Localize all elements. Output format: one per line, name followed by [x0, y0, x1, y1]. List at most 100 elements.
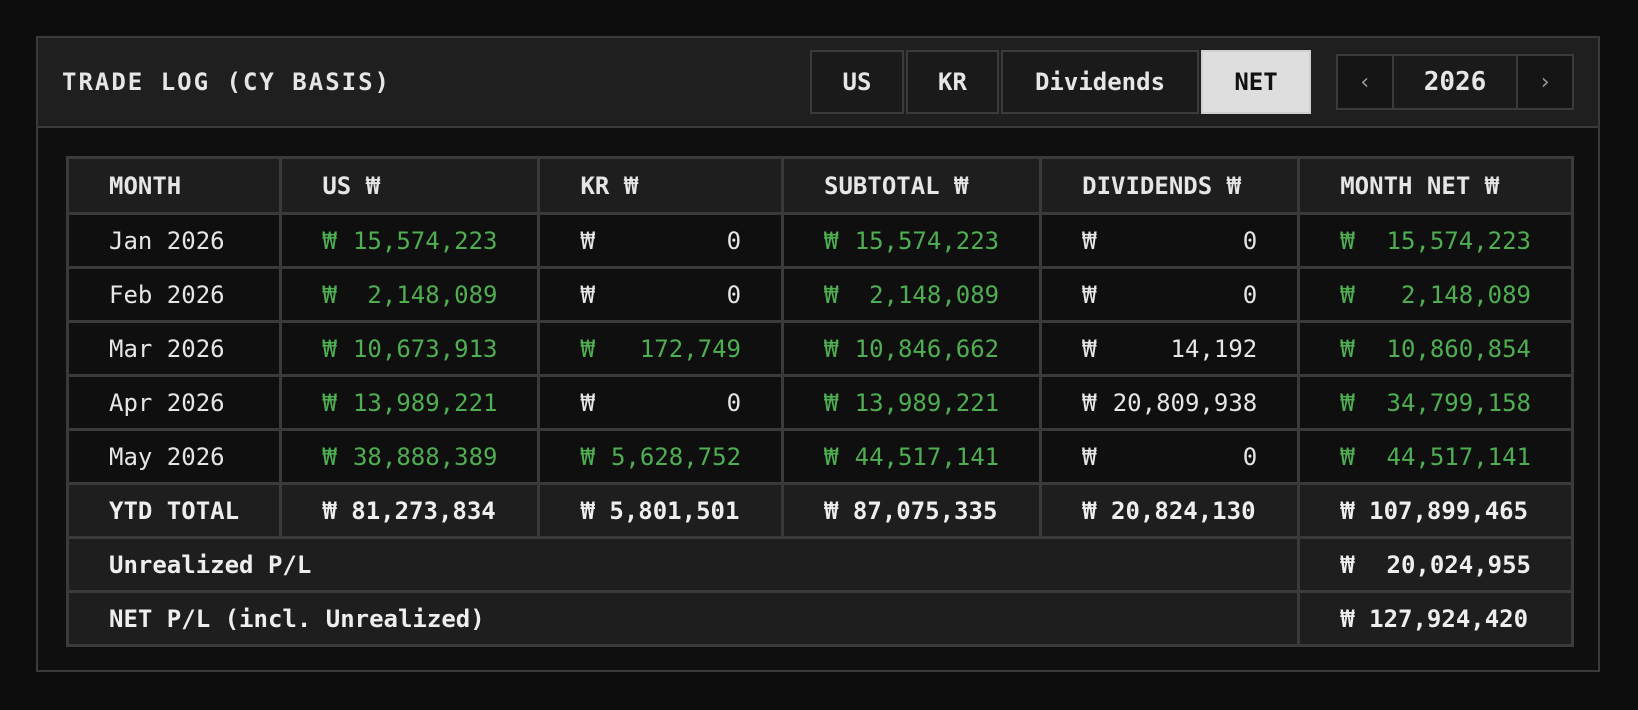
subtotal-cell: ₩44,517,141 — [781, 428, 1043, 485]
subtotal-value: 2,148,089 — [869, 280, 1000, 309]
kr-value: 0 — [726, 280, 742, 309]
unrealized-value: 20,024,955 — [1386, 550, 1532, 579]
subtotal-cell: ₩13,989,221 — [781, 374, 1043, 431]
currency-symbol: ₩ — [1082, 226, 1097, 255]
ytd-net: ₩ 107,899,465 — [1297, 482, 1574, 539]
unrealized-currency: ₩ — [1340, 550, 1355, 579]
dividends-value: 0 — [1242, 280, 1258, 309]
currency-symbol: ₩ — [1340, 388, 1355, 417]
us-value: 10,673,913 — [352, 334, 498, 363]
currency-symbol: ₩ — [322, 226, 337, 255]
net-value: 15,574,223 — [1386, 226, 1532, 255]
table-row: May 2026 ₩38,888,389 ₩5,628,752 ₩44,517,141… — [65, 428, 1574, 485]
kr-value: 0 — [726, 226, 742, 255]
us-value: 15,574,223 — [352, 226, 498, 255]
net-cell: ₩44,517,141 — [1297, 428, 1574, 485]
unrealized-label: Unrealized P/L — [65, 536, 1301, 593]
currency-symbol: ₩ — [322, 442, 337, 471]
tab-net[interactable]: NET — [1201, 50, 1311, 114]
net-cell: ₩2,148,089 — [1297, 266, 1574, 323]
chevron-right-icon[interactable]: › — [1518, 56, 1572, 108]
chevron-left-icon[interactable]: ‹ — [1338, 56, 1392, 108]
table-row: Apr 2026 ₩13,989,221 ₩0 ₩13,989,221 ₩20,809,… — [65, 374, 1574, 431]
currency-symbol: ₩ — [580, 226, 595, 255]
net-value: 10,860,854 — [1386, 334, 1532, 363]
currency-symbol: ₩ — [322, 280, 337, 309]
trade-log-table: MONTH US ₩ KR ₩ SUBTOTAL ₩ DIVIDENDS ₩ M… — [65, 156, 1574, 647]
year-value: 2026 — [1392, 56, 1518, 108]
currency-symbol: ₩ — [322, 388, 337, 417]
currency-symbol: ₩ — [580, 442, 595, 471]
us-value: 2,148,089 — [367, 280, 498, 309]
tab-dividends[interactable]: Dividends — [1001, 50, 1199, 114]
kr-cell: ₩172,749 — [537, 320, 785, 377]
kr-cell: ₩0 — [537, 266, 785, 323]
ytd-label: YTD TOTAL — [65, 482, 283, 539]
currency-symbol: ₩ — [580, 388, 595, 417]
month-cell: May 2026 — [65, 428, 283, 485]
dividends-value: 0 — [1242, 226, 1258, 255]
net-value: 44,517,141 — [1386, 442, 1532, 471]
currency-symbol: ₩ — [824, 388, 839, 417]
column-header-kr: KR ₩ — [537, 156, 785, 215]
panel-title: TRADE LOG (CY BASIS) — [62, 68, 391, 96]
currency-symbol: ₩ — [1340, 442, 1355, 471]
subtotal-cell: ₩2,148,089 — [781, 266, 1043, 323]
us-cell: ₩13,989,221 — [279, 374, 541, 431]
month-cell: Mar 2026 — [65, 320, 283, 377]
us-value: 38,888,389 — [352, 442, 498, 471]
kr-value: 5,628,752 — [610, 442, 742, 471]
kr-cell: ₩0 — [537, 374, 785, 431]
column-header-subtotal: SUBTOTAL ₩ — [781, 156, 1043, 215]
currency-symbol: ₩ — [1082, 280, 1097, 309]
currency-symbol: ₩ — [580, 280, 595, 309]
kr-value: 172,749 — [639, 334, 742, 363]
us-cell: ₩15,574,223 — [279, 212, 541, 269]
currency-symbol: ₩ — [322, 334, 337, 363]
year-selector: ‹ 2026 › — [1336, 54, 1574, 110]
column-header-month: MONTH — [65, 156, 283, 215]
subtotal-value: 15,574,223 — [854, 226, 1000, 255]
net-cell: ₩34,799,158 — [1297, 374, 1574, 431]
currency-symbol: ₩ — [1340, 226, 1355, 255]
column-header-us: US ₩ — [279, 156, 541, 215]
currency-symbol: ₩ — [580, 334, 595, 363]
kr-value: 0 — [726, 388, 742, 417]
currency-symbol: ₩ — [1340, 280, 1355, 309]
us-cell: ₩10,673,913 — [279, 320, 541, 377]
us-cell: ₩38,888,389 — [279, 428, 541, 485]
month-cell: Feb 2026 — [65, 266, 283, 323]
currency-symbol: ₩ — [1082, 442, 1097, 471]
net-cell: ₩10,860,854 — [1297, 320, 1574, 377]
dividends-cell: ₩0 — [1039, 212, 1301, 269]
filter-tabs: US KR Dividends NET — [810, 50, 1313, 114]
table-header-row: MONTH US ₩ KR ₩ SUBTOTAL ₩ DIVIDENDS ₩ M… — [65, 156, 1574, 215]
tab-kr[interactable]: KR — [906, 50, 999, 114]
dividends-cell: ₩20,809,938 — [1039, 374, 1301, 431]
table-row: Jan 2026 ₩15,574,223 ₩0 ₩15,574,223 ₩0 ₩15,57… — [65, 212, 1574, 269]
currency-symbol: ₩ — [1340, 334, 1355, 363]
column-header-dividends: DIVIDENDS ₩ — [1039, 156, 1301, 215]
dividends-value: 14,192 — [1170, 334, 1258, 363]
currency-symbol: ₩ — [824, 226, 839, 255]
ytd-total-row: YTD TOTAL ₩ 81,273,834 ₩ 5,801,501 ₩ 87,… — [65, 482, 1574, 539]
ytd-subtotal: ₩ 87,075,335 — [781, 482, 1043, 539]
subtotal-value: 13,989,221 — [854, 388, 1000, 417]
panel-header: TRADE LOG (CY BASIS) US KR Dividends NET… — [38, 38, 1598, 128]
currency-symbol: ₩ — [824, 442, 839, 471]
trade-log-panel: TRADE LOG (CY BASIS) US KR Dividends NET… — [36, 36, 1600, 672]
kr-cell: ₩0 — [537, 212, 785, 269]
tab-us[interactable]: US — [810, 50, 904, 114]
dividends-cell: ₩0 — [1039, 266, 1301, 323]
unrealized-value-cell: ₩ 20,024,955 — [1297, 536, 1574, 593]
us-value: 13,989,221 — [352, 388, 498, 417]
dividends-value: 0 — [1242, 442, 1258, 471]
subtotal-cell: ₩10,846,662 — [781, 320, 1043, 377]
currency-symbol: ₩ — [824, 334, 839, 363]
net-pl-row: NET P/L (incl. Unrealized) ₩ 127,924,420 — [65, 590, 1574, 647]
subtotal-value: 10,846,662 — [854, 334, 1000, 363]
month-cell: Apr 2026 — [65, 374, 283, 431]
currency-symbol: ₩ — [1082, 334, 1097, 363]
ytd-kr: ₩ 5,801,501 — [537, 482, 785, 539]
net-value: 2,148,089 — [1400, 280, 1531, 309]
